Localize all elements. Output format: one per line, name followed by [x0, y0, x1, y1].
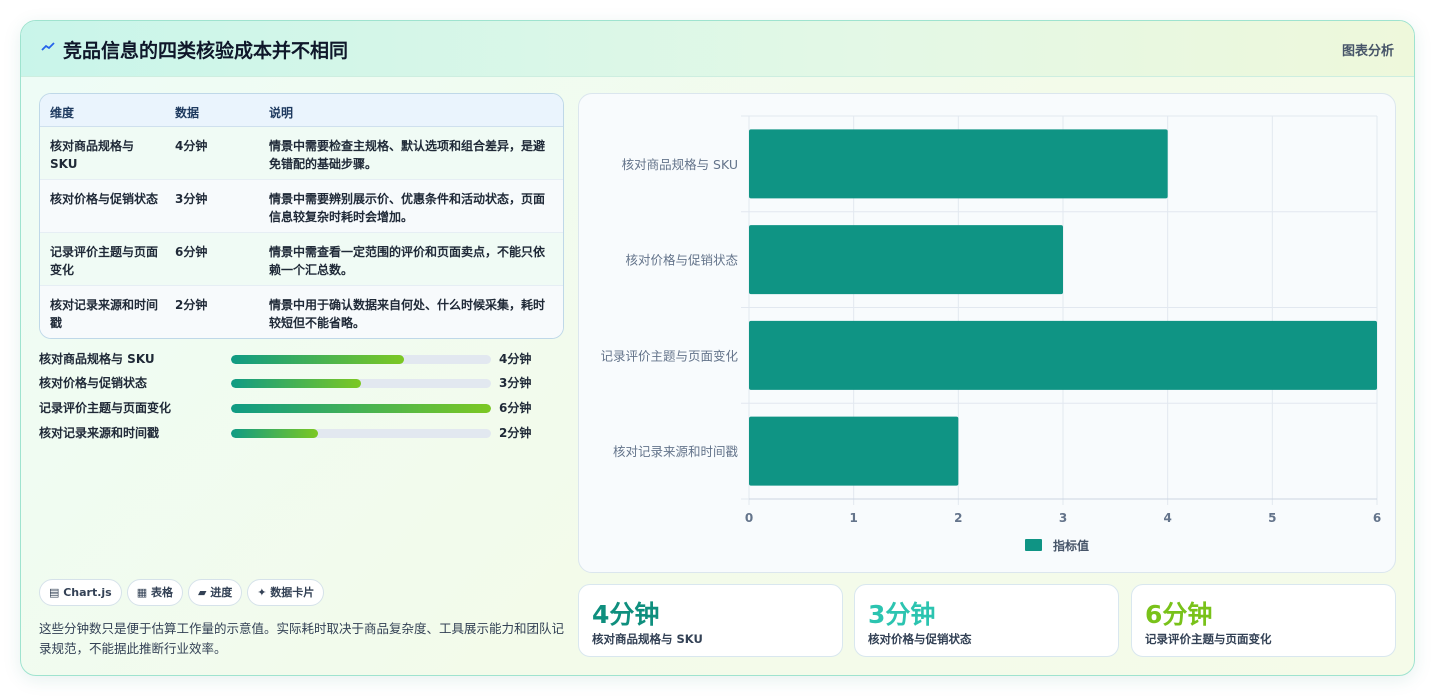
data-table: 维度 数据 说明 核对商品规格与 SKU 4分钟 情景中需要检查主规格、默认选项… — [39, 93, 564, 339]
progress-value: 2分钟 — [499, 426, 532, 440]
table-cell-dimension: 核对商品规格与 SKU — [50, 139, 135, 171]
x-tick-label: 2 — [954, 511, 962, 525]
table-cell-value: 3分钟 — [175, 192, 208, 206]
table-cell-description: 情景中需要辨别展示价、优惠条件和活动状态，页面信息较复杂时耗时会增加。 — [269, 192, 546, 224]
stat-card: 6分钟 记录评价主题与页面变化 — [1131, 584, 1396, 657]
table-cell-value: 4分钟 — [175, 139, 208, 153]
table-cell-value: 2分钟 — [175, 298, 208, 312]
chart-analysis-tag: 图表分析 — [1341, 44, 1394, 59]
table-row: 核对商品规格与 SKU 4分钟 情景中需要检查主规格、默认选项和组合差异，是避免… — [40, 127, 563, 180]
progress-value: 4分钟 — [499, 352, 532, 366]
table-cell-description: 情景中需要检查主规格、默认选项和组合差异，是避免错配的基础步骤。 — [269, 139, 546, 171]
bar — [749, 320, 1377, 390]
progress-row: 记录评价主题与页面变化 6分钟 — [39, 397, 559, 417]
table-header-dimension: 维度 — [50, 106, 75, 120]
progress-fill — [231, 429, 318, 438]
stat-value: 4分钟 — [592, 600, 660, 629]
table-cell-value: 6分钟 — [175, 245, 208, 259]
progress-label: 记录评价主题与页面变化 — [39, 401, 172, 415]
table-header-description: 说明 — [269, 106, 294, 120]
progress-value: 6分钟 — [499, 401, 532, 415]
x-tick-label: 3 — [1059, 511, 1067, 525]
progress-track — [231, 429, 491, 438]
page-title: 竞品信息的四类核验成本并不相同 — [63, 40, 349, 62]
bar — [749, 129, 1168, 199]
stat-label: 核对价格与促销状态 — [868, 632, 972, 646]
table-header: 维度 数据 说明 — [40, 94, 563, 127]
progress-label: 核对商品规格与 SKU — [39, 352, 155, 366]
footnote: 这些分钟数只是便于估算工作量的示意值。实际耗时取决于商品复杂度、工具展示能力和团… — [39, 621, 565, 656]
stat-label: 记录评价主题与页面变化 — [1145, 632, 1272, 646]
chip-table[interactable]: ▦ 表格 — [126, 579, 183, 606]
x-tick-label: 5 — [1268, 511, 1276, 525]
x-tick-label: 0 — [745, 511, 753, 525]
progress-row: 核对记录来源和时间戳 2分钟 — [39, 422, 559, 442]
table-row: 核对记录来源和时间戳 2分钟 情景中用于确认数据来自何处、什么时候采集，耗时较短… — [40, 286, 563, 338]
progress-row: 核对价格与促销状态 3分钟 — [39, 372, 559, 392]
stat-label: 核对商品规格与 SKU — [592, 632, 703, 646]
x-tick-label: 4 — [1163, 511, 1171, 525]
stat-card: 4分钟 核对商品规格与 SKU — [578, 584, 843, 657]
bar-chart: 0 1 2 3 4 5 6 核对商品规格与 SKU 核对价格与促销状态记录评价主题与页面变化核对… — [600, 115, 1381, 553]
chip-data-card[interactable]: ✦ 数据卡片 — [247, 579, 325, 606]
legend-swatch — [1025, 539, 1042, 551]
table-row: 记录评价主题与页面变化 6分钟 情景中需查看一定范围的评价和页面卖点，不能只依赖… — [40, 233, 563, 286]
panel-header: 竞品信息的四类核验成本并不相同 图表分析 — [21, 21, 1414, 77]
trend-icon — [41, 42, 55, 51]
progress-track — [231, 379, 491, 388]
progress-fill — [231, 404, 491, 413]
progress-track — [231, 355, 491, 364]
stat-card: 3分钟 核对价格与促销状态 — [854, 584, 1119, 657]
progress-label: 核对价格与促销状态 — [39, 376, 148, 390]
table-header-value: 数据 — [175, 106, 200, 120]
bar — [749, 416, 959, 486]
progress-fill — [231, 355, 405, 364]
x-tick-label: 6 — [1373, 511, 1381, 525]
y-category-label: 核对记录来源和时间戳 — [613, 444, 739, 459]
progress-label: 核对记录来源和时间戳 — [39, 426, 160, 440]
y-category-label: 核对价格与促销状态 — [625, 253, 738, 268]
progress-track — [231, 404, 491, 413]
stat-value: 3分钟 — [868, 600, 936, 629]
table-row: 核对价格与促销状态 3分钟 情景中需要辨别展示价、优惠条件和活动状态，页面信息较… — [40, 180, 563, 233]
chip-chartjs[interactable]: ▤ Chart.js — [39, 579, 122, 606]
progress-value: 3分钟 — [499, 376, 532, 390]
bar — [749, 225, 1063, 295]
table-cell-description: 情景中需查看一定范围的评价和页面卖点，不能只依赖一个汇总数。 — [269, 245, 546, 277]
table-cell-dimension: 核对记录来源和时间戳 — [50, 298, 159, 330]
y-category-label: 核对商品规格与 SKU — [622, 157, 738, 172]
stat-value: 6分钟 — [1145, 600, 1213, 629]
legend-label: 指标值 — [1053, 538, 1089, 553]
chip-group: ▤ Chart.js ▦ 表格 ▰ 进度 ✦ 数据卡片 — [39, 579, 329, 607]
progress-fill — [231, 379, 361, 388]
x-tick-label: 1 — [849, 511, 857, 525]
chip-progress[interactable]: ▰ 进度 — [187, 579, 243, 606]
y-category-label: 记录评价主题与页面变化 — [600, 348, 738, 363]
progress-row: 核对商品规格与 SKU 4分钟 — [39, 348, 559, 368]
table-cell-description: 情景中用于确认数据来自何处、什么时候采集，耗时较短但不能省略。 — [269, 298, 546, 330]
bar-chart-panel: 0 1 2 3 4 5 6 核对商品规格与 SKU 核对价格与促销状态记录评价主题与页面变化核对… — [578, 93, 1396, 573]
panel-card: 竞品信息的四类核验成本并不相同 图表分析 维度 数据 说明 核对商品规格与 SK… — [20, 20, 1415, 676]
table-cell-dimension: 记录评价主题与页面变化 — [50, 245, 159, 277]
table-cell-dimension: 核对价格与促销状态 — [50, 192, 159, 206]
